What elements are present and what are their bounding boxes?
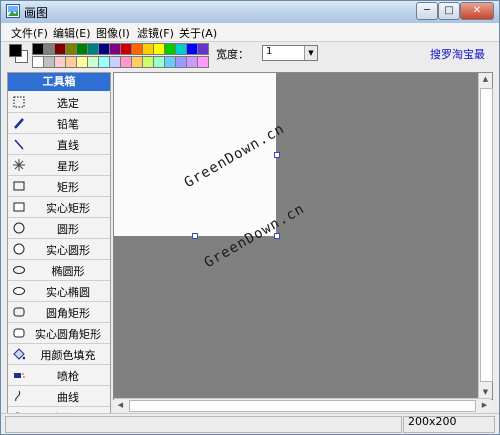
ellipse-icon bbox=[13, 266, 25, 274]
tool-label: 实心矩形 bbox=[46, 202, 90, 215]
vertical-scrollbar[interactable]: ▲ ▼ bbox=[478, 73, 493, 399]
filled-rectangle-icon bbox=[13, 202, 25, 212]
filled-rounded-rectangle-icon bbox=[13, 328, 25, 338]
menu-bar: 文件(F) 编辑(E) 图像(I) 滤镜(F) 关于(A) bbox=[1, 23, 499, 42]
menu-file[interactable]: 文件(F) bbox=[11, 25, 48, 41]
horizontal-scroll-thumb[interactable] bbox=[129, 400, 476, 412]
status-pane-main bbox=[5, 416, 402, 433]
tool-label: 曲线 bbox=[57, 391, 79, 404]
tool-filled-circle[interactable]: 实心圆形 bbox=[8, 239, 110, 260]
palette-swatch[interactable] bbox=[197, 43, 209, 55]
tool-filled-ellipse[interactable]: 实心椭圆 bbox=[8, 281, 110, 302]
fill-bucket-icon bbox=[13, 348, 25, 360]
foreground-color-swatch[interactable] bbox=[9, 44, 22, 57]
tool-label: 喷枪 bbox=[57, 370, 79, 383]
tool-rounded-rectangle[interactable]: 圆角矩形 bbox=[8, 302, 110, 323]
tool-select[interactable]: 选定 bbox=[8, 92, 110, 113]
menu-image[interactable]: 图像(I) bbox=[96, 25, 130, 41]
tool-rectangle[interactable]: 矩形 bbox=[8, 176, 110, 197]
scroll-right-arrow-icon[interactable]: ▶ bbox=[478, 399, 491, 412]
tool-star[interactable]: 星形 bbox=[8, 155, 110, 176]
filled-ellipse-icon bbox=[13, 287, 25, 295]
tool-label: 实心圆角矩形 bbox=[35, 328, 101, 341]
resize-handle-bottom[interactable] bbox=[192, 233, 198, 239]
tool-label: 圆形 bbox=[57, 223, 79, 236]
app-icon bbox=[6, 4, 20, 18]
scroll-up-arrow-icon[interactable]: ▲ bbox=[479, 73, 492, 86]
airbrush-icon bbox=[14, 373, 25, 378]
tool-ellipse[interactable]: 椭圆形 bbox=[8, 260, 110, 281]
tool-line[interactable]: 直线 bbox=[8, 134, 110, 155]
select-icon bbox=[13, 96, 25, 108]
tool-filled-rounded-rectangle[interactable]: 实心圆角矩形 bbox=[8, 323, 110, 344]
rounded-rectangle-icon bbox=[13, 307, 25, 317]
star-icon bbox=[13, 159, 25, 171]
tool-pencil[interactable]: 铅笔 bbox=[8, 113, 110, 134]
palette-swatch[interactable] bbox=[197, 56, 209, 68]
tool-label: 椭圆形 bbox=[51, 265, 85, 278]
minimize-button[interactable]: ─ bbox=[416, 2, 438, 20]
canvas-size-readout: 200x200 bbox=[408, 415, 457, 428]
tool-label: 实心圆形 bbox=[46, 244, 90, 257]
chevron-down-icon[interactable]: ▼ bbox=[304, 46, 317, 60]
tool-label: 矩形 bbox=[57, 181, 79, 194]
menu-edit[interactable]: 编辑(E) bbox=[53, 25, 91, 41]
width-select[interactable]: 1 ▼ bbox=[262, 45, 318, 61]
tool-curve[interactable]: 曲线 bbox=[8, 386, 110, 407]
window-title: 画图 bbox=[24, 6, 49, 20]
circle-icon bbox=[13, 222, 25, 234]
tool-label: 直线 bbox=[57, 139, 79, 152]
tool-filled-rectangle[interactable]: 实心矩形 bbox=[8, 197, 110, 218]
color-palette bbox=[32, 43, 212, 69]
tool-circle[interactable]: 圆形 bbox=[8, 218, 110, 239]
tool-label: 星形 bbox=[57, 160, 79, 173]
rectangle-icon bbox=[13, 181, 25, 191]
pencil-icon bbox=[14, 118, 24, 129]
maximize-button[interactable]: □ bbox=[438, 2, 460, 20]
tool-label: 选定 bbox=[57, 97, 79, 110]
resize-handle-corner[interactable] bbox=[274, 233, 280, 239]
width-value: 1 bbox=[266, 46, 273, 57]
toolbox-title: 工具箱 bbox=[8, 73, 110, 91]
line-icon bbox=[14, 139, 24, 150]
horizontal-scrollbar[interactable]: ◀ ▶ bbox=[114, 398, 491, 412]
curve-icon bbox=[15, 390, 21, 402]
close-button[interactable]: ✕ bbox=[460, 2, 494, 20]
tool-label: 圆角矩形 bbox=[46, 307, 90, 320]
tool-label: 铅笔 bbox=[57, 118, 79, 131]
vertical-scroll-thumb[interactable] bbox=[480, 88, 493, 382]
tool-label: 实心椭圆 bbox=[46, 286, 90, 299]
tool-label: 用颜色填充 bbox=[40, 349, 96, 362]
color-indicator[interactable] bbox=[9, 44, 28, 63]
ad-link[interactable]: 搜罗淘宝最 bbox=[430, 46, 485, 62]
tool-fill-bucket[interactable]: 用颜色填充 bbox=[8, 344, 110, 365]
menu-filter[interactable]: 滤镜(F) bbox=[137, 25, 174, 41]
toolbox-panel: 工具箱 选定铅笔直线星形矩形实心矩形圆形实心圆形椭圆形实心椭圆圆角矩形实心圆角矩… bbox=[7, 72, 111, 414]
menu-about[interactable]: 关于(A) bbox=[179, 25, 217, 41]
filled-circle-icon bbox=[13, 243, 25, 255]
tool-airbrush[interactable]: 喷枪 bbox=[8, 365, 110, 386]
resize-handle-right[interactable] bbox=[274, 152, 280, 158]
width-label: 宽度： bbox=[216, 48, 249, 61]
scroll-left-arrow-icon[interactable]: ◀ bbox=[114, 399, 127, 412]
